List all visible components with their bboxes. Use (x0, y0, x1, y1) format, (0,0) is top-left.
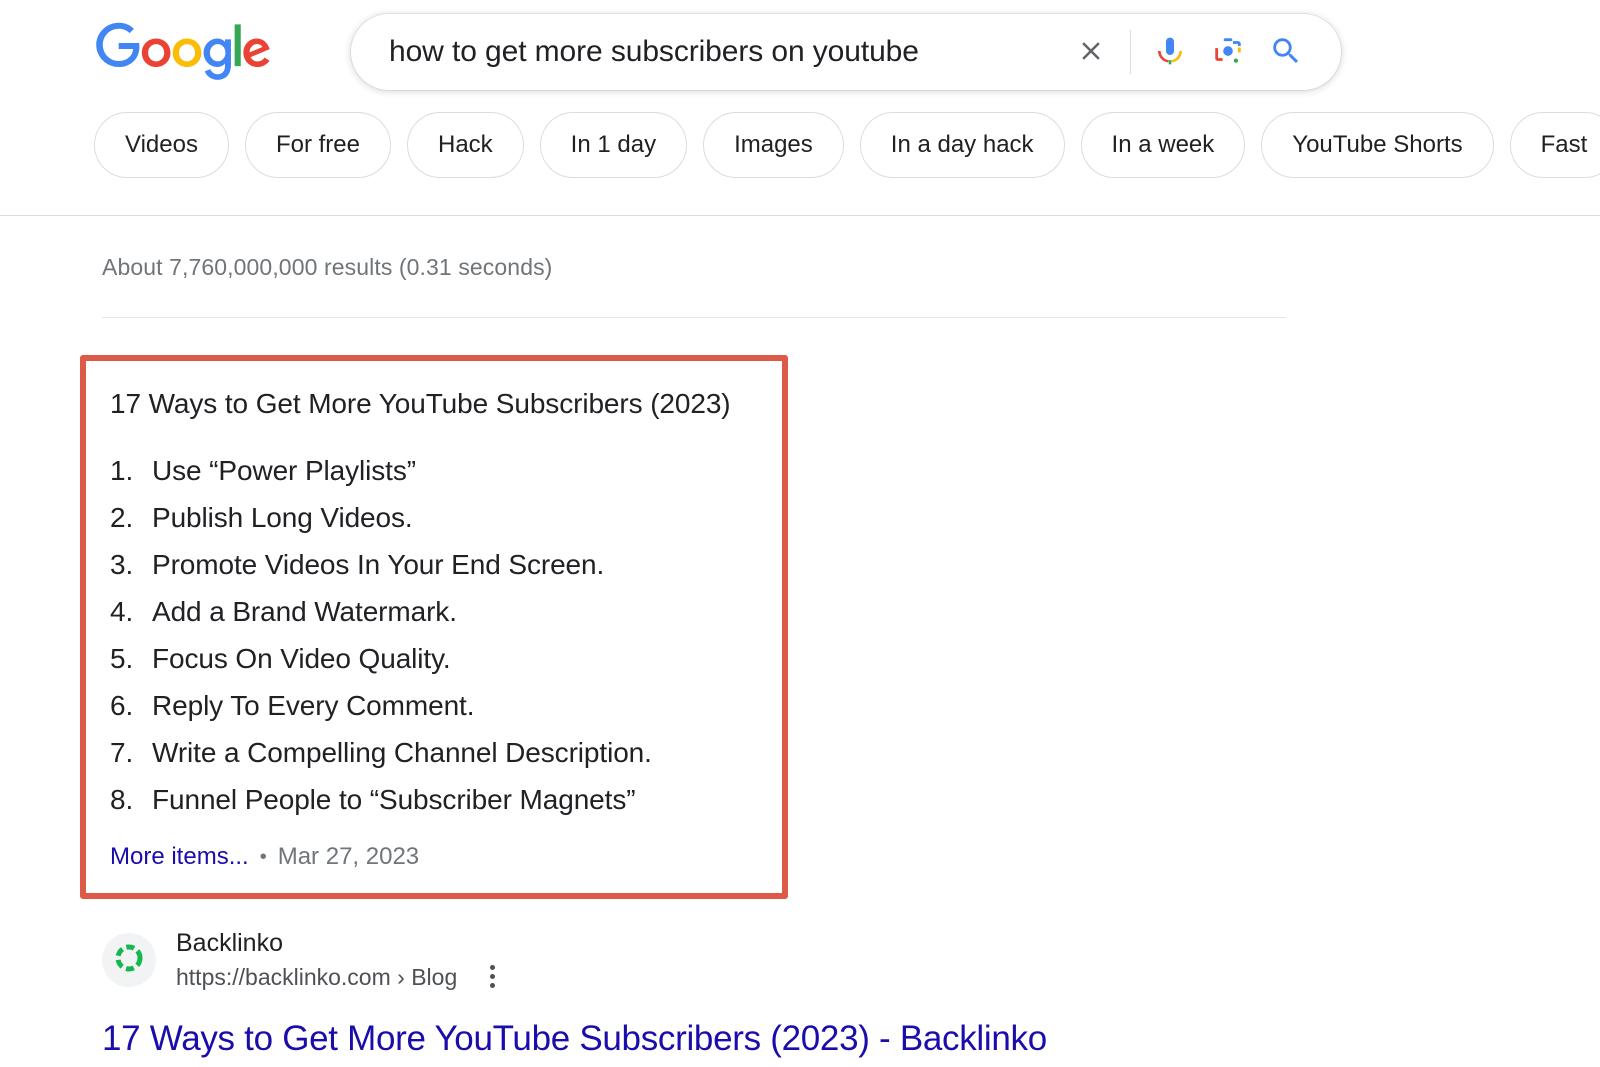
chip-images[interactable]: Images (703, 112, 844, 178)
kebab-dot (489, 983, 495, 989)
filter-chips-row: Videos For free Hack In 1 day Images In … (0, 90, 1600, 200)
clear-search-button[interactable] (1062, 23, 1120, 81)
featured-snippet-title: 17 Ways to Get More YouTube Subscribers … (110, 388, 731, 419)
list-item-text: Promote Videos In Your End Screen. (152, 548, 605, 580)
list-item-text: Funnel People to “Subscriber Magnets” (152, 783, 636, 815)
chip-youtube-shorts[interactable]: YouTube Shorts (1261, 112, 1494, 178)
more-options-icon[interactable] (475, 960, 509, 994)
list-item-number: 4. (110, 595, 134, 627)
search-bar[interactable] (351, 14, 1341, 90)
list-item: 4. Add a Brand Watermark. (110, 588, 758, 635)
list-item-number: 2. (110, 501, 134, 533)
list-item: 6. Reply To Every Comment. (110, 682, 758, 729)
result-site-name: Backlinko (176, 928, 283, 957)
google-lens-icon (1211, 34, 1245, 71)
list-item-text: Write a Compelling Channel Description. (152, 736, 652, 768)
list-item-number: 8. (110, 783, 134, 815)
result-url: https://backlinko.com › Blog (176, 963, 458, 990)
chip-for-free[interactable]: For free (244, 112, 391, 178)
result-stats: About 7,760,000,000 results (0.31 second… (102, 254, 553, 280)
kebab-dot (489, 974, 495, 980)
stats-divider (102, 317, 1286, 318)
chip-hack[interactable]: Hack (406, 112, 524, 178)
list-item-text: Reply To Every Comment. (152, 689, 475, 721)
search-header: Videos For free Hack In 1 day Images In … (0, 0, 1600, 216)
microphone-icon (1154, 35, 1186, 70)
results-area: About 7,760,000,000 results (0.31 second… (0, 216, 1600, 1062)
chip-in-1-day[interactable]: In 1 day (539, 112, 688, 178)
list-item: 5. Focus On Video Quality. (110, 635, 758, 682)
chip-in-a-day-hack[interactable]: In a day hack (859, 112, 1065, 178)
voice-search-button[interactable] (1141, 23, 1199, 81)
list-item: 2. Publish Long Videos. (110, 494, 758, 541)
chip-in-a-week[interactable]: In a week (1080, 112, 1246, 178)
list-item-text: Add a Brand Watermark. (152, 595, 457, 627)
chip-videos[interactable]: Videos (94, 112, 229, 178)
result-source-text: Backlinko https://backlinko.com › Blog (176, 927, 509, 994)
backlinko-ring-icon (112, 941, 146, 980)
list-item-text: Publish Long Videos. (152, 501, 413, 533)
list-item: 3. Promote Videos In Your End Screen. (110, 541, 758, 588)
result-url-row: https://backlinko.com › Blog (176, 960, 509, 994)
avatar (102, 933, 156, 988)
search-bar-divider (1130, 30, 1131, 74)
separator-dot: • (259, 845, 267, 868)
search-input[interactable] (389, 31, 1062, 73)
list-item-number: 1. (110, 454, 134, 486)
google-logo[interactable] (96, 22, 271, 82)
featured-snippet-list: 1. Use “Power Playlists” 2. Publish Long… (110, 447, 758, 823)
close-icon (1076, 36, 1106, 69)
list-item-text: Use “Power Playlists” (152, 454, 416, 486)
lens-search-button[interactable] (1199, 23, 1257, 81)
snippet-date: Mar 27, 2023 (277, 842, 420, 870)
list-item-number: 7. (110, 736, 134, 768)
list-item-text: Focus On Video Quality. (152, 642, 451, 674)
featured-snippet-footer: More items... • Mar 27, 2023 (110, 843, 758, 871)
header-top-row (0, 0, 1600, 90)
more-items-link[interactable]: More items... (110, 843, 249, 871)
kebab-dot (489, 965, 495, 971)
result-title-link[interactable]: 17 Ways to Get More YouTube Subscribers … (102, 1016, 1600, 1062)
chip-fast[interactable]: Fast (1509, 112, 1600, 178)
search-icon (1269, 34, 1303, 71)
search-submit-button[interactable] (1257, 23, 1315, 81)
search-bar-icons (1062, 23, 1315, 81)
list-item: 1. Use “Power Playlists” (110, 447, 758, 494)
list-item: 7. Write a Compelling Channel Descriptio… (110, 729, 758, 776)
list-item-number: 5. (110, 642, 134, 674)
list-item: 8. Funnel People to “Subscriber Magnets” (110, 776, 758, 823)
list-item-number: 6. (110, 689, 134, 721)
featured-snippet-highlight-box: 17 Ways to Get More YouTube Subscribers … (80, 355, 788, 899)
result-source-block: Backlinko https://backlinko.com › Blog (102, 927, 1600, 994)
list-item-number: 3. (110, 548, 134, 580)
